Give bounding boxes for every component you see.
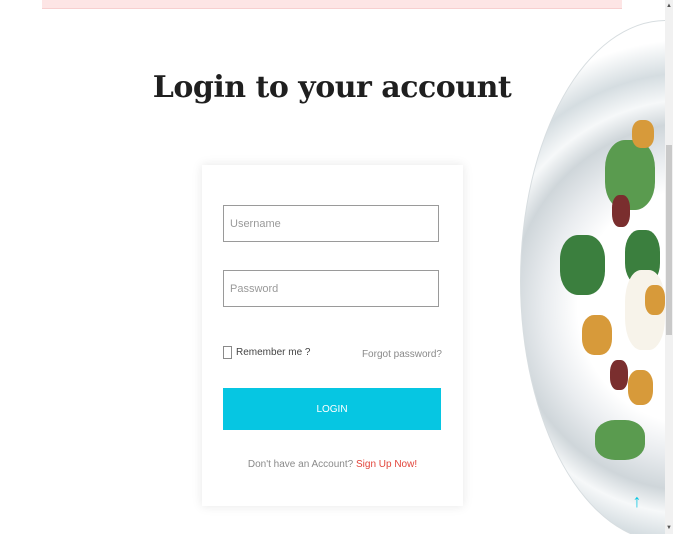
crouton [628,370,653,405]
scrollbar[interactable]: ▲ ▼ [665,0,673,534]
salad-image [520,20,665,534]
password-input[interactable] [223,270,439,307]
crouton [632,120,654,148]
remember-me[interactable]: Remember me ? [223,346,310,359]
username-input[interactable] [223,205,439,242]
arrow-up-icon[interactable]: ↑ [628,490,646,512]
remember-label: Remember me ? [236,347,311,358]
leaf [595,420,645,460]
signup-prompt: Don't have an Account? [247,459,354,470]
login-button[interactable]: LOGIN [223,388,441,430]
radish [612,195,630,227]
scroll-thumb[interactable] [666,145,672,335]
signup-row: Don't have an Account? Sign Up Now! [202,459,463,470]
chevron-up-icon[interactable]: ▲ [666,2,672,10]
chevron-down-icon[interactable]: ▼ [666,524,672,532]
crouton [645,285,665,315]
forgot-password-link[interactable]: Forgot password? [362,349,442,360]
crouton [582,315,612,355]
leaf [560,235,605,295]
signup-link[interactable]: Sign Up Now! [356,459,417,470]
remember-checkbox[interactable] [223,346,232,359]
top-banner [42,0,622,9]
login-card: Remember me ? Forgot password? LOGIN Don… [202,165,463,506]
radish [610,360,628,390]
